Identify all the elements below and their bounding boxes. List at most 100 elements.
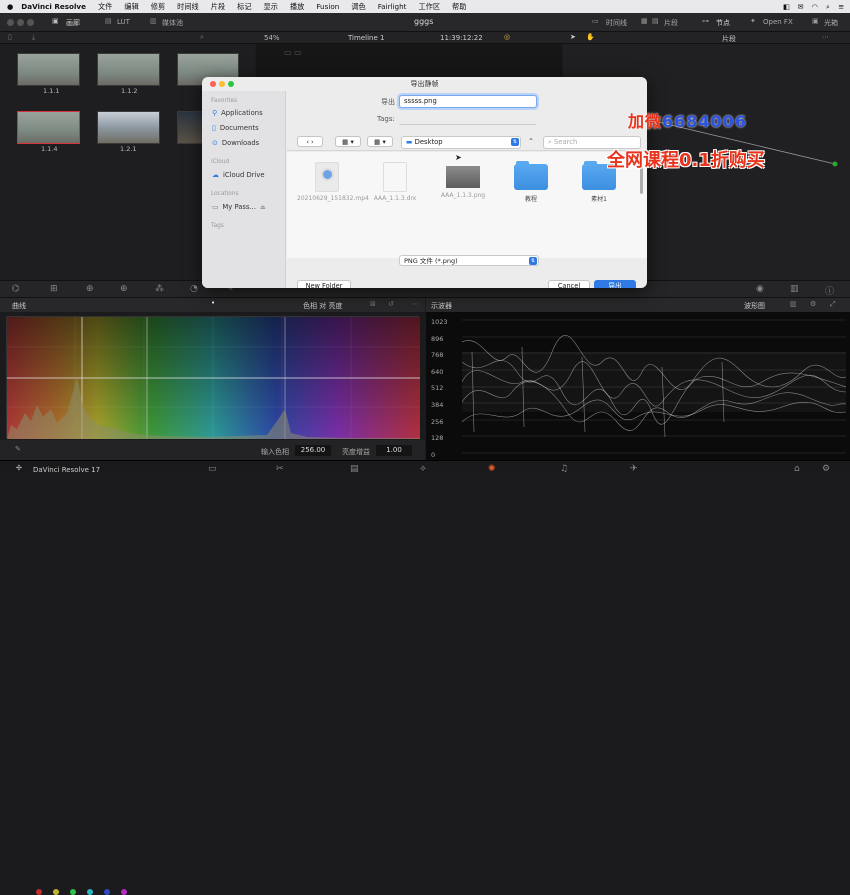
menu-file[interactable]: 文件: [98, 2, 112, 12]
home-icon[interactable]: ⌂: [794, 464, 800, 474]
format-select[interactable]: PNG 文件 (*.png) ⇅: [399, 255, 539, 266]
sidebar-item-applications[interactable]: ⚲ Applications: [212, 109, 263, 117]
sidebar-item-my-passport[interactable]: ▭ My Pass... ⏏: [212, 203, 266, 211]
wifi-icon[interactable]: ◠: [812, 2, 818, 11]
view-mode-icon[interactable]: ▭ ▭: [284, 48, 302, 57]
magenta-swatch[interactable]: [121, 889, 127, 895]
input-hue-field[interactable]: 256.00: [295, 445, 331, 456]
file-item[interactable]: AAA_1.1.3.drx: [365, 162, 425, 202]
timeline-toggle-button[interactable]: 时间线: [606, 18, 627, 28]
nodes-toggle-button[interactable]: 节点: [716, 18, 730, 28]
sort-icon[interactable]: ⤓: [32, 33, 35, 42]
sidebar-item-icloud-drive[interactable]: ☁ iCloud Drive: [212, 171, 265, 179]
waveform-toggle-icon[interactable]: ▥: [790, 284, 799, 294]
gallery-button[interactable]: 画廊: [66, 18, 80, 28]
motion-effects-icon[interactable]: ⁂: [155, 284, 164, 294]
cyan-swatch[interactable]: [87, 889, 93, 895]
clips-toggle-button[interactable]: 片段: [664, 18, 678, 28]
timeline-name[interactable]: Timeline 1: [348, 34, 384, 42]
blue-swatch[interactable]: [104, 889, 110, 895]
sidebar-item-documents[interactable]: ▯ Documents: [212, 124, 259, 132]
export-button[interactable]: 导出: [594, 280, 636, 288]
file-item[interactable]: 20210629_151832.mp4: [297, 162, 369, 202]
more-options-icon[interactable]: ⋯: [412, 300, 419, 308]
menu-timeline[interactable]: 时间线: [177, 2, 199, 12]
clip-thumbnail[interactable]: [17, 53, 80, 86]
menu-clip[interactable]: 片段: [211, 2, 225, 12]
green-swatch[interactable]: [70, 889, 76, 895]
zoom-level[interactable]: 54%: [264, 34, 280, 42]
menu-playback[interactable]: 播放: [290, 2, 304, 12]
back-forward-buttons[interactable]: ‹ ›: [297, 136, 323, 147]
panel-toggle-icon[interactable]: ▯: [8, 33, 12, 41]
menu-workspace[interactable]: 工作区: [418, 2, 440, 12]
search-icon[interactable]: ⌕: [826, 2, 830, 12]
clip-thumbnail[interactable]: [97, 53, 160, 86]
wechat-icon[interactable]: ◧: [783, 2, 790, 11]
icon-view-button[interactable]: ▦ ▾: [335, 136, 361, 147]
hand-icon[interactable]: ✋: [586, 33, 595, 41]
mediapool-button[interactable]: 媒体池: [162, 18, 183, 28]
lut-button[interactable]: LUT: [117, 18, 130, 26]
curves-mode-select[interactable]: 色相 对 亮度: [303, 301, 342, 311]
settings-icon[interactable]: ⚙: [822, 464, 830, 474]
clip-menu[interactable]: 片段: [722, 34, 736, 44]
menu-color[interactable]: 调色: [351, 2, 365, 12]
rgb-mixer-icon[interactable]: ⊕: [120, 284, 128, 294]
tags-input[interactable]: [399, 113, 537, 125]
filename-input[interactable]: sssss.png: [399, 95, 537, 108]
menu-view[interactable]: 显示: [264, 2, 278, 12]
clip-thumbnail-selected[interactable]: [17, 111, 80, 144]
expand-collapse-icon[interactable]: ⌃: [525, 136, 537, 147]
cancel-button[interactable]: Cancel: [548, 280, 590, 288]
camera-raw-icon[interactable]: ⌬: [12, 284, 20, 294]
yellow-swatch[interactable]: [53, 889, 59, 895]
location-select[interactable]: ▬ Desktop ⇅: [401, 136, 521, 149]
curves-tool-icon[interactable]: ◔: [190, 284, 198, 294]
eyedropper-icon[interactable]: ✎: [15, 445, 21, 453]
folder-item[interactable]: 教程: [501, 161, 561, 203]
cut-page-icon[interactable]: ✂: [276, 464, 284, 474]
new-folder-button[interactable]: New Folder: [297, 280, 351, 288]
menu-mark[interactable]: 标记: [237, 2, 251, 12]
menu-fusion[interactable]: Fusion: [316, 2, 339, 11]
eject-icon[interactable]: ⏏: [260, 204, 266, 211]
media-page-icon[interactable]: ▭: [208, 464, 217, 474]
apple-icon[interactable]: ●: [7, 2, 13, 11]
menu-edit[interactable]: 编辑: [124, 2, 138, 12]
info-icon[interactable]: ⓘ: [825, 284, 834, 297]
fusion-page-icon[interactable]: ⟡: [420, 464, 426, 474]
hue-vs-lum-curve[interactable]: [6, 316, 420, 439]
minimize-window-icon[interactable]: [17, 19, 24, 26]
red-swatch[interactable]: [36, 889, 42, 895]
color-page-icon[interactable]: ✺: [488, 464, 496, 474]
search-clips-icon[interactable]: ⌕: [200, 33, 204, 42]
sidebar-item-downloads[interactable]: ⊙ Downloads: [212, 139, 259, 147]
options-icon[interactable]: ⋯: [822, 33, 829, 41]
scope-layout-icon[interactable]: ▥: [790, 300, 797, 308]
color-match-icon[interactable]: ⊞: [50, 284, 58, 294]
highlight-icon[interactable]: ◎: [504, 33, 510, 41]
clip-thumbnail[interactable]: [177, 111, 205, 144]
fairlight-page-icon[interactable]: ♫: [560, 464, 568, 474]
notification-icon[interactable]: ✉: [798, 2, 804, 11]
openfx-toggle-button[interactable]: Open FX: [763, 18, 793, 26]
close-window-icon[interactable]: [7, 19, 14, 26]
edit-page-icon[interactable]: ▤: [350, 464, 359, 474]
control-center-icon[interactable]: ≡: [838, 2, 844, 11]
menu-app-name[interactable]: DaVinci Resolve: [21, 2, 86, 11]
lightbox-button[interactable]: 光箱: [824, 18, 838, 28]
zoom-window-icon[interactable]: [27, 19, 34, 26]
menu-trim[interactable]: 修剪: [151, 2, 165, 12]
curve-options-icon[interactable]: ⊠: [370, 300, 376, 308]
scope-settings-icon[interactable]: ⚙: [810, 300, 816, 308]
color-wheels-icon[interactable]: ⊕: [86, 284, 94, 294]
group-view-button[interactable]: ▦ ▾: [367, 136, 393, 147]
pointer-icon[interactable]: ➤: [570, 33, 576, 41]
scope-mode-select[interactable]: 波形图: [744, 301, 765, 311]
menu-fairlight[interactable]: Fairlight: [378, 2, 407, 11]
deliver-page-icon[interactable]: ✈: [630, 464, 638, 474]
reset-curve-icon[interactable]: ↺: [388, 300, 394, 308]
scopes-toggle-icon[interactable]: ◉: [756, 284, 764, 294]
menu-help[interactable]: 帮助: [452, 2, 466, 12]
